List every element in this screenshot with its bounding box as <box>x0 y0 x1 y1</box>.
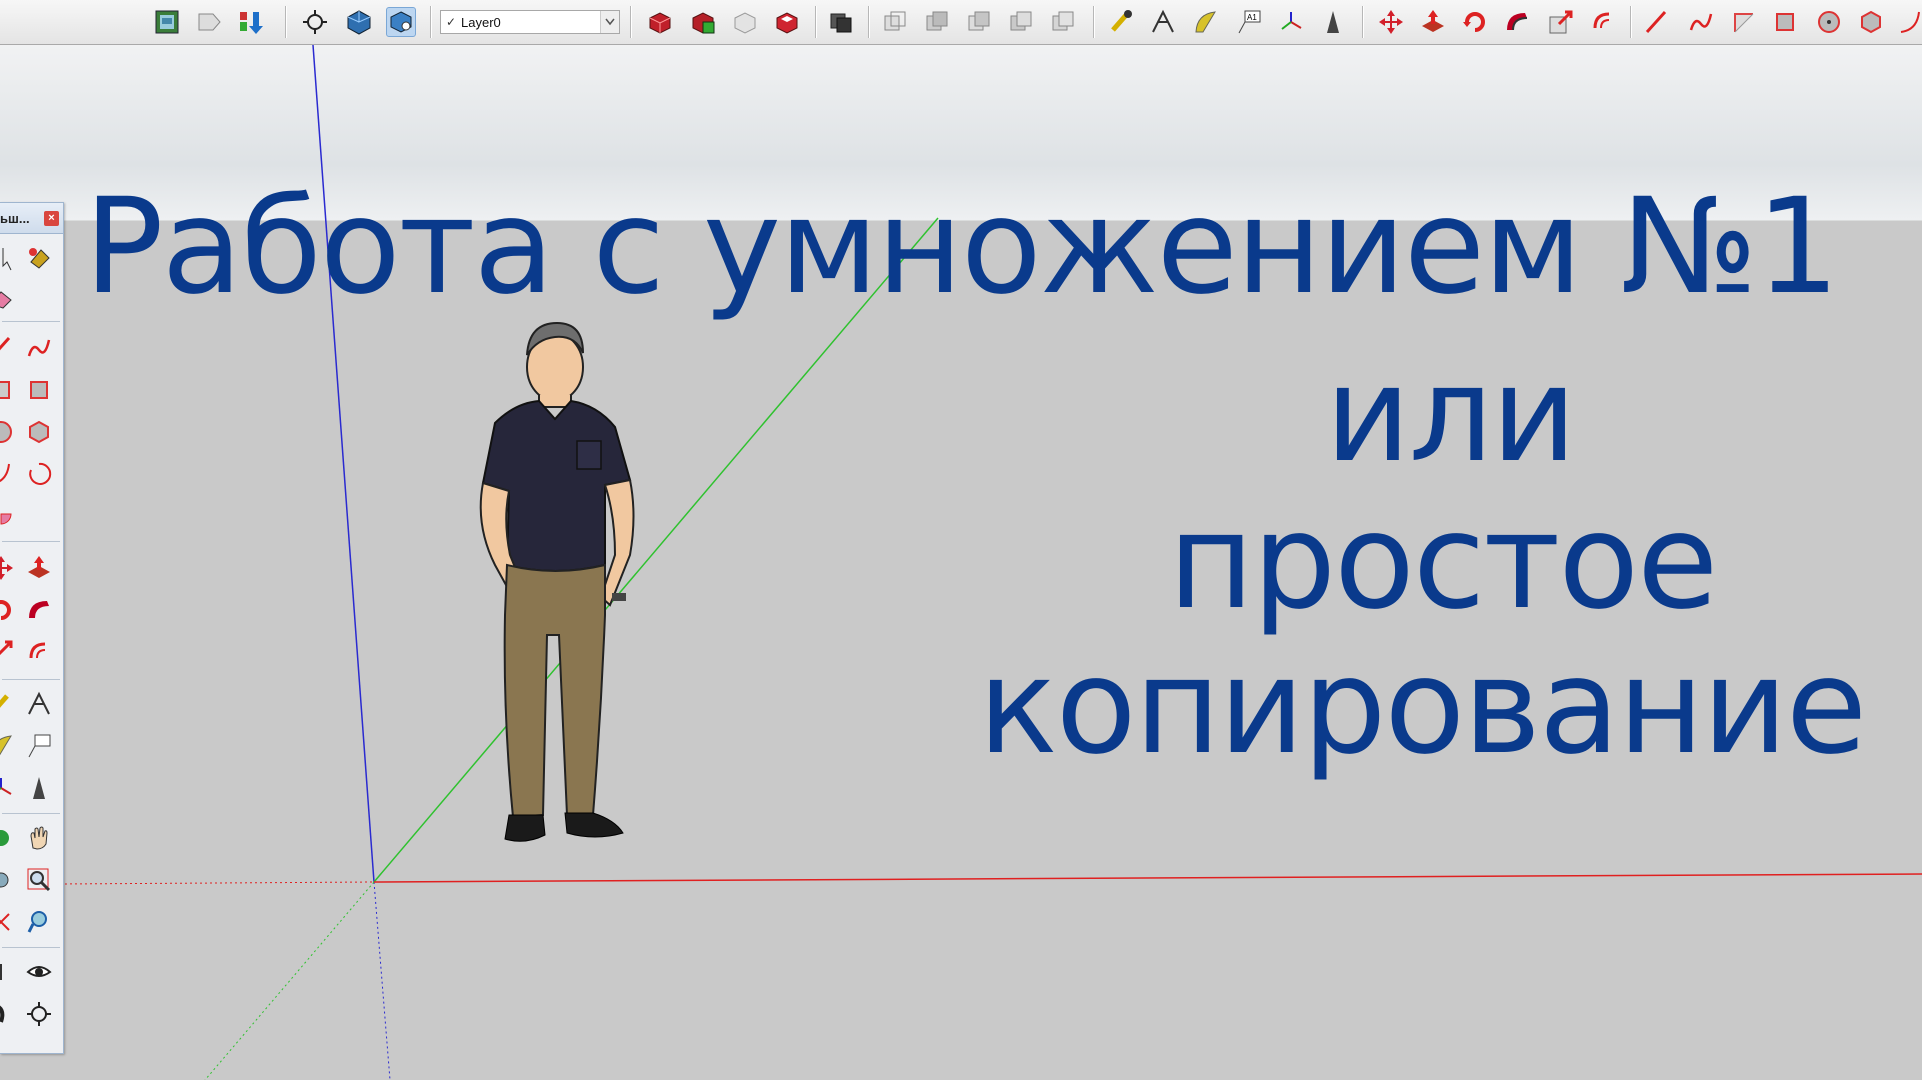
red-axis-negative <box>59 881 375 885</box>
blue-axis-negative <box>373 881 391 1080</box>
layer-checked-mark: ✓ <box>445 15 457 29</box>
green-axis-negative <box>204 881 375 1080</box>
scale-icon[interactable] <box>1546 7 1576 37</box>
zoom-extents-icon[interactable] <box>0 907 16 937</box>
pan-icon[interactable] <box>24 823 54 853</box>
video-title-line-3: простое <box>1168 485 1718 639</box>
axes-icon[interactable] <box>1276 7 1306 37</box>
component-options-icon[interactable] <box>386 7 416 37</box>
component-icon[interactable] <box>344 7 374 37</box>
zoom-window-icon[interactable] <box>24 865 54 895</box>
polygon-icon[interactable] <box>1856 7 1886 37</box>
rotated-rectangle-icon[interactable] <box>1770 7 1800 37</box>
tag-icon[interactable] <box>194 7 224 37</box>
protractor-icon[interactable] <box>0 731 16 761</box>
rectangle-icon[interactable] <box>1728 7 1758 37</box>
orbit-icon[interactable] <box>300 7 330 37</box>
layer-name: Layer0 <box>461 14 501 30</box>
video-title-line-4: копирование <box>978 630 1867 784</box>
pencil-icon[interactable] <box>0 333 16 363</box>
3d-text-icon[interactable] <box>1318 7 1348 37</box>
3d-text-icon[interactable] <box>24 773 54 803</box>
rotate-icon[interactable] <box>1460 7 1490 37</box>
protractor-icon[interactable] <box>1190 7 1220 37</box>
freehand-icon[interactable] <box>1686 7 1716 37</box>
svg-text:A1: A1 <box>1247 13 1257 22</box>
palette-titlebar[interactable]: ьш... × <box>0 203 63 234</box>
section-plane-icon[interactable] <box>826 7 856 37</box>
model-info-icon[interactable] <box>152 7 182 37</box>
previous-view-icon[interactable] <box>24 907 54 937</box>
rotated-rectangle-icon[interactable] <box>24 375 54 405</box>
offset-icon[interactable] <box>24 637 54 667</box>
video-title-line-1: Работа с умножением №1 <box>84 170 1840 324</box>
polygon-icon[interactable] <box>24 417 54 447</box>
close-icon[interactable]: × <box>44 210 59 226</box>
follow-me-icon[interactable] <box>1502 7 1532 37</box>
follow-me-icon[interactable] <box>24 595 54 625</box>
freehand-icon[interactable] <box>24 333 54 363</box>
move-icon[interactable] <box>1376 7 1406 37</box>
scale-icon[interactable] <box>0 637 16 667</box>
pencil-icon[interactable] <box>1642 7 1672 37</box>
offset-icon[interactable] <box>1588 7 1618 37</box>
look-around-icon[interactable] <box>24 957 54 987</box>
person-figure[interactable] <box>455 315 665 855</box>
two-point-arc-icon[interactable] <box>24 459 54 489</box>
walk-icon[interactable] <box>0 999 16 1029</box>
eraser-icon[interactable] <box>0 283 16 313</box>
solid-trim-icon[interactable] <box>730 7 760 37</box>
orbit-icon[interactable] <box>0 823 16 853</box>
section-plane-icon[interactable] <box>24 999 54 1029</box>
palette-title: ьш... <box>0 210 30 226</box>
view-back-icon[interactable] <box>1048 7 1078 37</box>
pie-icon[interactable] <box>0 499 16 529</box>
push-pull-icon[interactable] <box>24 553 54 583</box>
dimension-icon[interactable] <box>24 689 54 719</box>
view-top-icon[interactable] <box>922 7 952 37</box>
solid-shell-icon[interactable] <box>772 7 802 37</box>
push-pull-icon[interactable] <box>1418 7 1448 37</box>
main-toolbar: ✓ Layer0 A1 <box>0 0 1922 45</box>
circle-icon[interactable] <box>1814 7 1844 37</box>
text-icon[interactable]: A1 <box>1234 7 1264 37</box>
view-iso-icon[interactable] <box>880 7 910 37</box>
arc-icon[interactable] <box>1896 7 1922 37</box>
chevron-down-icon[interactable] <box>600 11 619 33</box>
layer-dropdown[interactable]: ✓ Layer0 <box>440 10 620 34</box>
zoom-icon[interactable] <box>0 865 16 895</box>
move-icon[interactable] <box>0 553 16 583</box>
select-icon[interactable] <box>0 243 16 273</box>
large-tool-set-palette: ьш... × <box>0 202 64 1054</box>
view-right-icon[interactable] <box>1006 7 1036 37</box>
arc-icon[interactable] <box>0 459 16 489</box>
axes-icon[interactable] <box>0 773 16 803</box>
text-icon[interactable] <box>24 731 54 761</box>
download-icon[interactable] <box>236 7 266 37</box>
position-camera-icon[interactable] <box>0 957 16 987</box>
solid-union-icon[interactable] <box>645 7 675 37</box>
video-title-line-2: или <box>1325 338 1577 492</box>
dimension-icon[interactable] <box>1148 7 1178 37</box>
rotate-icon[interactable] <box>0 595 16 625</box>
tape-measure-icon[interactable] <box>0 689 16 719</box>
circle-icon[interactable] <box>0 417 16 447</box>
red-axis <box>373 873 1922 883</box>
rectangle-icon[interactable] <box>0 375 16 405</box>
view-front-icon[interactable] <box>964 7 994 37</box>
tape-measure-icon[interactable] <box>1106 7 1136 37</box>
solid-subtract-icon[interactable] <box>688 7 718 37</box>
paint-bucket-icon[interactable] <box>24 243 54 273</box>
